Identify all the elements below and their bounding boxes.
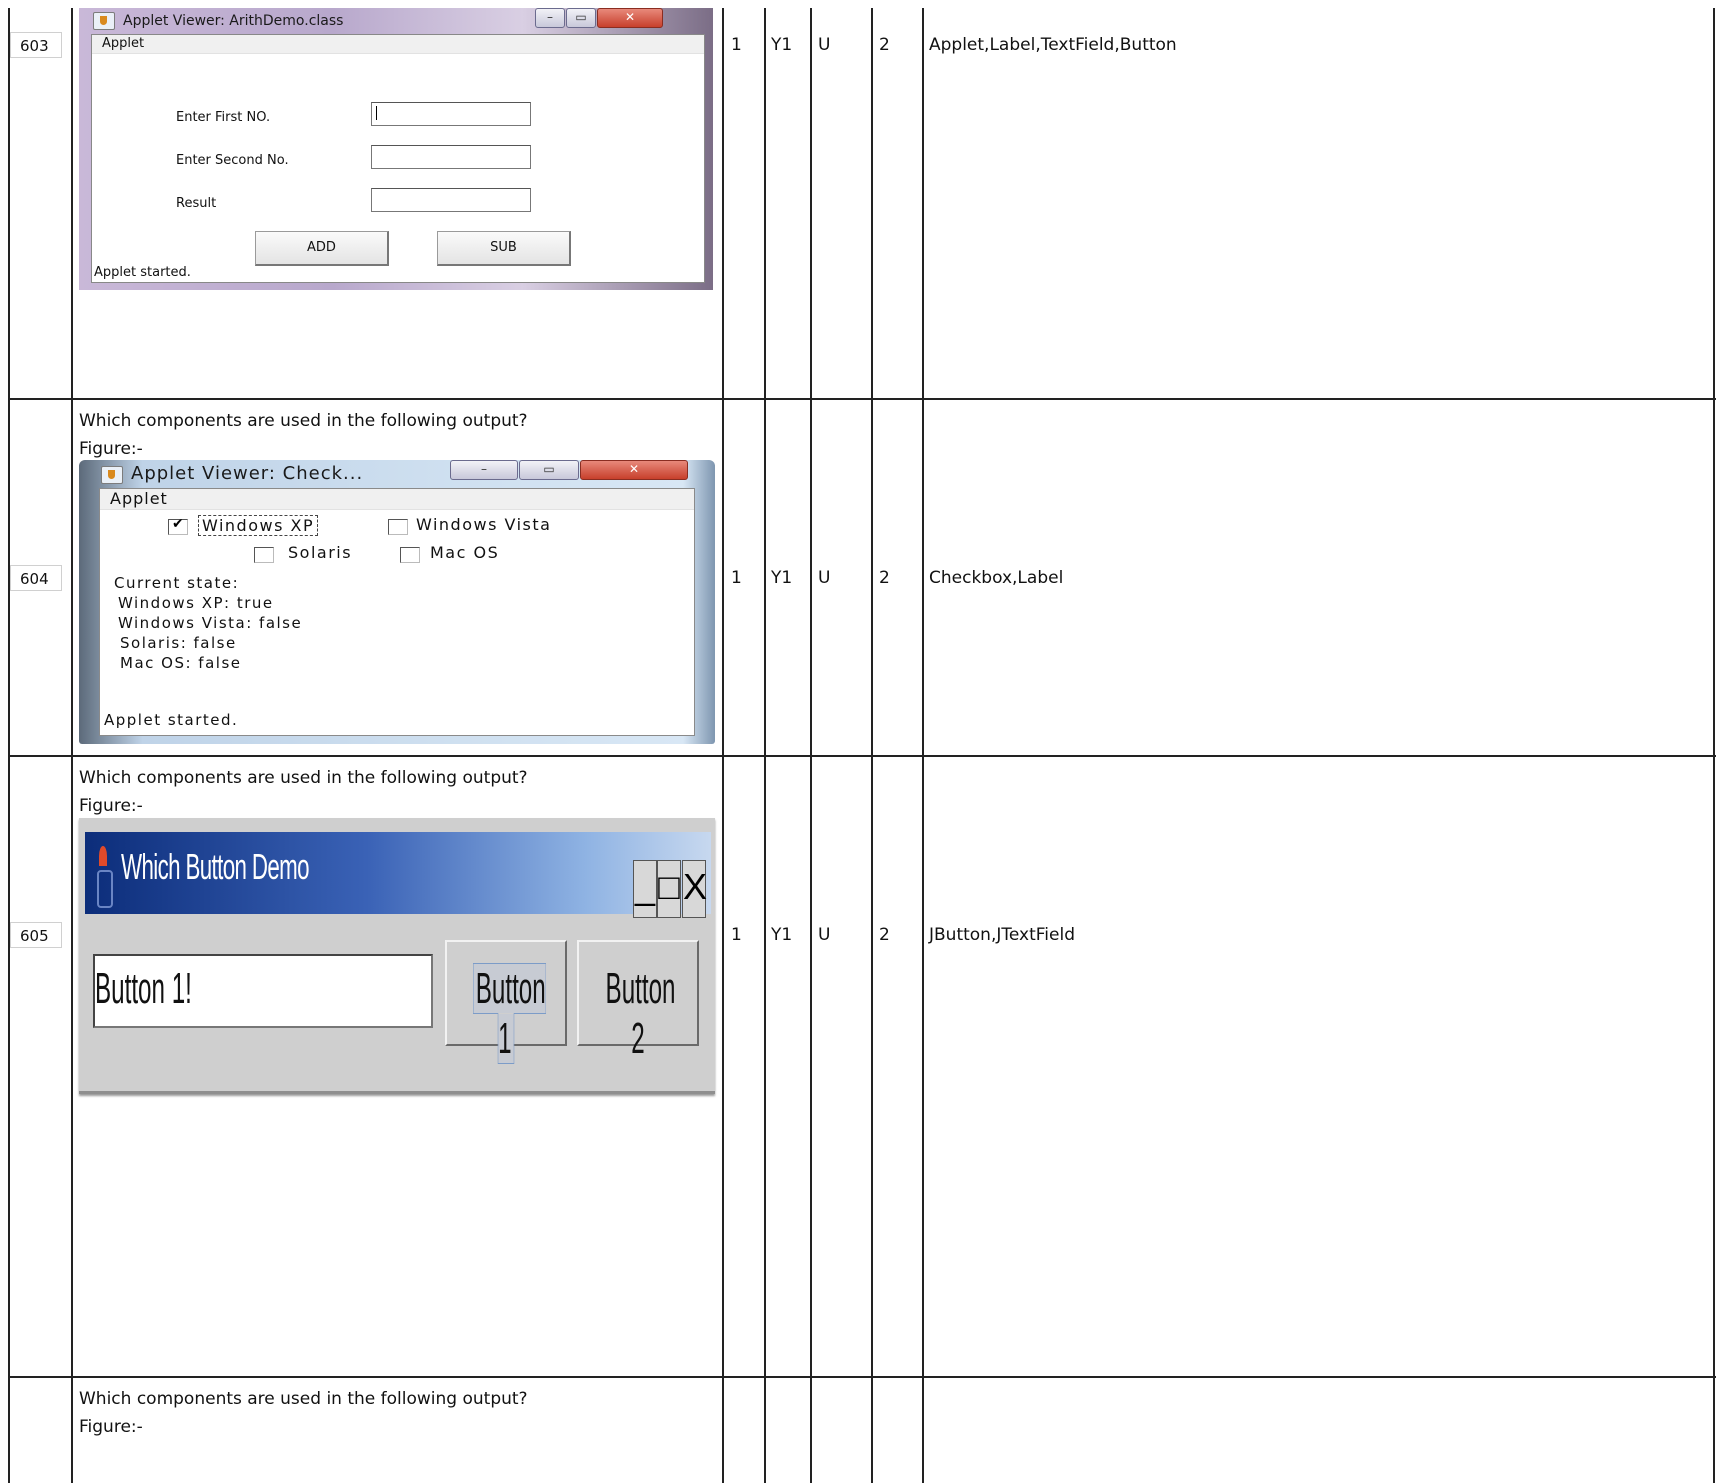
button-label: Button 1	[472, 963, 547, 1064]
title-bar: Which Button Demo _ □ X	[85, 832, 711, 918]
question-number: 604	[10, 565, 62, 591]
window-controls: – ▭ ✕	[534, 8, 663, 28]
minimize-button[interactable]: –	[450, 460, 518, 480]
state-line: Windows Vista: false	[118, 614, 303, 632]
button-2[interactable]: Button 2	[577, 940, 699, 1063]
state-line: Windows XP: true	[118, 594, 274, 612]
applet-menu[interactable]: Applet	[100, 489, 694, 510]
applet-status: Applet started.	[104, 711, 239, 729]
question-number: 603	[10, 32, 62, 58]
maximize-icon: ▭	[543, 462, 555, 476]
swing-window-which-button-demo: Which Button Demo _ □ X Button 1! Button…	[79, 818, 715, 1094]
maximize-icon: ▭	[575, 10, 587, 24]
row-divider	[8, 398, 1716, 400]
maximize-button[interactable]: ▭	[519, 460, 579, 480]
marks-cell: 1	[731, 925, 742, 945]
year-cell: Y1	[771, 925, 793, 945]
checkbox-mac-os[interactable]	[400, 547, 420, 563]
answer-cell: Checkbox,Label	[929, 568, 1064, 588]
java-logo-icon	[95, 838, 113, 908]
window-title: Which Button Demo	[121, 846, 310, 887]
row-divider	[8, 755, 1716, 757]
window-title: Applet Viewer: Check...	[131, 463, 364, 484]
level-cell: U	[818, 35, 831, 55]
option-cell: 2	[879, 925, 890, 945]
question-text: Which components are used in the followi…	[79, 411, 528, 431]
button-1[interactable]: Button 1	[445, 940, 567, 1064]
marks-cell: 1	[731, 568, 742, 588]
checkbox-label: Windows XP	[198, 515, 319, 536]
col-divider-question	[71, 8, 73, 1483]
text-field-value: Button 1!	[95, 964, 192, 1013]
result-field[interactable]	[371, 188, 531, 212]
question-text: Which components are used in the followi…	[79, 1389, 528, 1409]
table-border-right	[1713, 8, 1715, 1483]
checkbox-label: Windows Vista	[416, 515, 552, 534]
maximize-icon: □	[658, 866, 680, 907]
question-number: 605	[10, 922, 62, 948]
figure-label: Figure:-	[79, 1417, 143, 1437]
table-border-left	[8, 8, 10, 1483]
checkbox-solaris[interactable]	[254, 547, 274, 563]
option-cell: 2	[879, 35, 890, 55]
state-line: Mac OS: false	[120, 654, 242, 672]
option-cell: 2	[879, 568, 890, 588]
button-1-label: Button 1	[472, 963, 547, 1064]
state-line: Current state:	[114, 574, 240, 592]
applet-window-arithdemo: Applet Viewer: ArithDemo.class – ▭ ✕ App…	[79, 8, 713, 290]
applet-menu[interactable]: Applet	[92, 35, 704, 54]
result-label: Result	[176, 196, 217, 211]
minimize-icon: –	[547, 10, 553, 24]
answer-cell: Applet,Label,TextField,Button	[929, 35, 1177, 55]
col-divider-level	[810, 8, 812, 1483]
close-icon: ✕	[628, 462, 640, 476]
minimize-icon: _	[634, 866, 656, 907]
close-icon: ✕	[624, 10, 636, 24]
window-controls: – ▭ ✕	[449, 460, 688, 480]
maximize-button[interactable]: ▭	[566, 8, 596, 28]
answer-cell: JButton,JTextField	[929, 925, 1075, 945]
row-divider	[8, 1376, 1716, 1378]
col-divider-answer	[922, 8, 924, 1483]
applet-area: Applet Enter First NO. Enter Second No. …	[91, 34, 705, 283]
button-label: Button 2	[605, 964, 676, 1063]
year-cell: Y1	[771, 568, 793, 588]
checkbox-label: Mac OS	[430, 543, 500, 562]
sub-button[interactable]: SUB	[437, 231, 571, 266]
second-number-label: Enter Second No.	[176, 153, 289, 168]
minimize-icon: –	[481, 462, 487, 476]
level-cell: U	[818, 568, 831, 588]
first-number-label: Enter First NO.	[176, 110, 271, 125]
year-cell: Y1	[771, 35, 793, 55]
minimize-button[interactable]: _	[633, 860, 657, 918]
add-button[interactable]: ADD	[255, 231, 389, 266]
second-number-field[interactable]	[371, 145, 531, 169]
checkbox-windows-xp[interactable]	[168, 516, 188, 535]
maximize-button[interactable]: □	[657, 860, 681, 918]
col-divider-marks	[722, 8, 724, 1483]
applet-window-checkbox: Applet Viewer: Check... – ▭ ✕ Applet Win…	[79, 460, 715, 744]
checkbox-windows-vista[interactable]	[388, 519, 408, 535]
text-caret	[376, 106, 377, 120]
checkbox-label: Solaris	[288, 543, 353, 562]
question-text: Which components are used in the followi…	[79, 768, 528, 788]
close-button[interactable]: ✕	[597, 8, 663, 28]
jtextfield[interactable]: Button 1!	[93, 954, 433, 1028]
applet-status: Applet started.	[94, 265, 191, 280]
minimize-button[interactable]: –	[535, 8, 565, 28]
close-button[interactable]: ✕	[580, 460, 688, 480]
col-divider-option	[871, 8, 873, 1483]
col-divider-year	[764, 8, 766, 1483]
figure-label: Figure:-	[79, 439, 143, 459]
close-icon: X	[683, 866, 708, 907]
applet-area: Applet Windows XP Windows Vista Solaris …	[99, 488, 695, 736]
first-number-field[interactable]	[371, 102, 531, 126]
state-line: Solaris: false	[120, 634, 237, 652]
marks-cell: 1	[731, 35, 742, 55]
figure-label: Figure:-	[79, 796, 143, 816]
close-button[interactable]: X	[682, 860, 708, 918]
level-cell: U	[818, 925, 831, 945]
